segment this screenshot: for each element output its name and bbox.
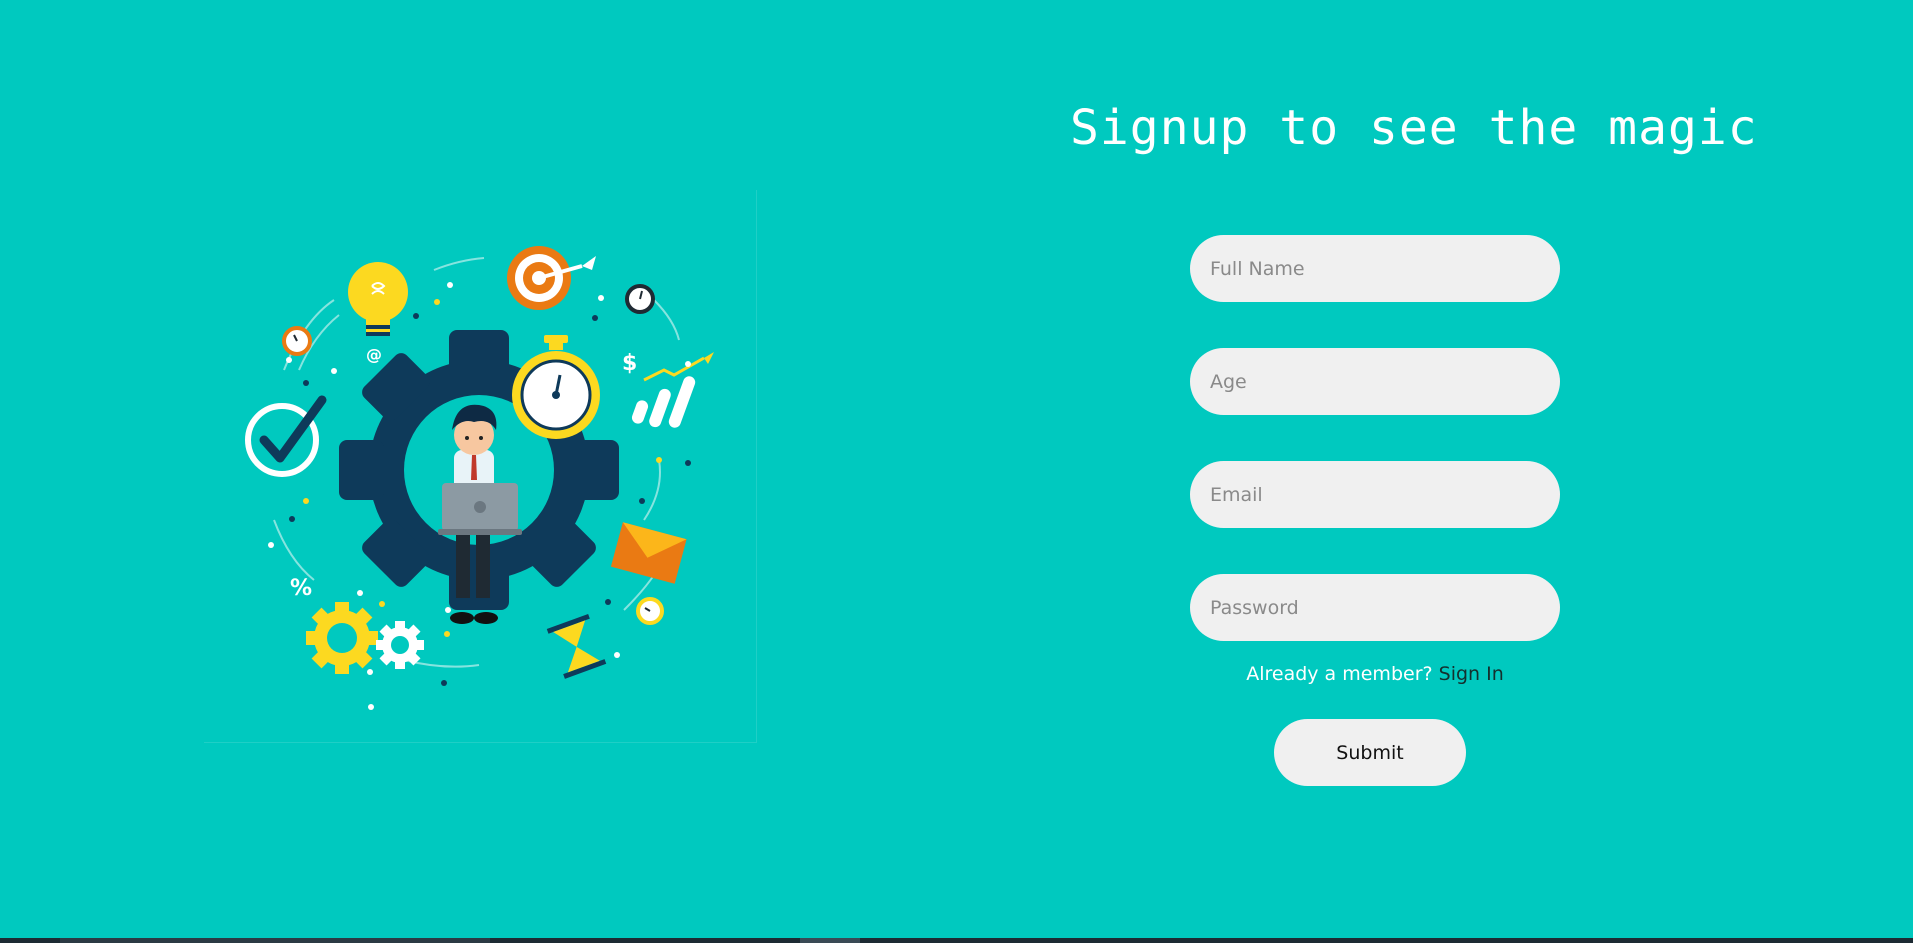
lightbulb-icon bbox=[348, 262, 408, 336]
taskbar-strip bbox=[0, 938, 1913, 943]
full-name-input[interactable] bbox=[1190, 235, 1560, 302]
password-input[interactable] bbox=[1190, 574, 1560, 641]
email-input[interactable] bbox=[1190, 461, 1560, 528]
signup-form bbox=[1190, 235, 1560, 687]
chart-icon bbox=[631, 352, 714, 428]
sign-in-link[interactable]: Sign In bbox=[1439, 663, 1504, 685]
stopwatch-icon bbox=[512, 335, 600, 439]
envelope-icon bbox=[610, 522, 687, 584]
sign-in-prompt: Already a member? Sign In bbox=[1150, 663, 1600, 685]
page-title: Signup to see the magic bbox=[1070, 100, 1758, 156]
small-gear-yellow-icon bbox=[306, 602, 378, 674]
dollar-icon: $ bbox=[622, 351, 637, 376]
clock-icon bbox=[282, 326, 312, 356]
target-icon bbox=[507, 246, 596, 310]
percent-icon: % bbox=[290, 576, 312, 601]
taskbar-segment bbox=[800, 938, 860, 943]
signup-page: @ $ % Signup to see the magic Full Name … bbox=[0, 0, 1913, 943]
hero-illustration: @ $ % bbox=[204, 190, 757, 743]
taskbar-segment bbox=[60, 938, 490, 943]
small-gear-white-icon bbox=[376, 621, 424, 669]
hourglass-icon bbox=[546, 613, 607, 679]
clock-icon bbox=[636, 597, 664, 625]
clock-icon bbox=[625, 284, 655, 314]
at-icon: @ bbox=[366, 345, 382, 364]
submit-button[interactable]: Submit bbox=[1274, 719, 1466, 786]
age-input[interactable] bbox=[1190, 348, 1560, 415]
illustration-svg: @ $ % bbox=[245, 246, 714, 710]
member-prompt-text: Already a member? bbox=[1246, 663, 1433, 685]
checkmark-icon bbox=[245, 395, 327, 477]
